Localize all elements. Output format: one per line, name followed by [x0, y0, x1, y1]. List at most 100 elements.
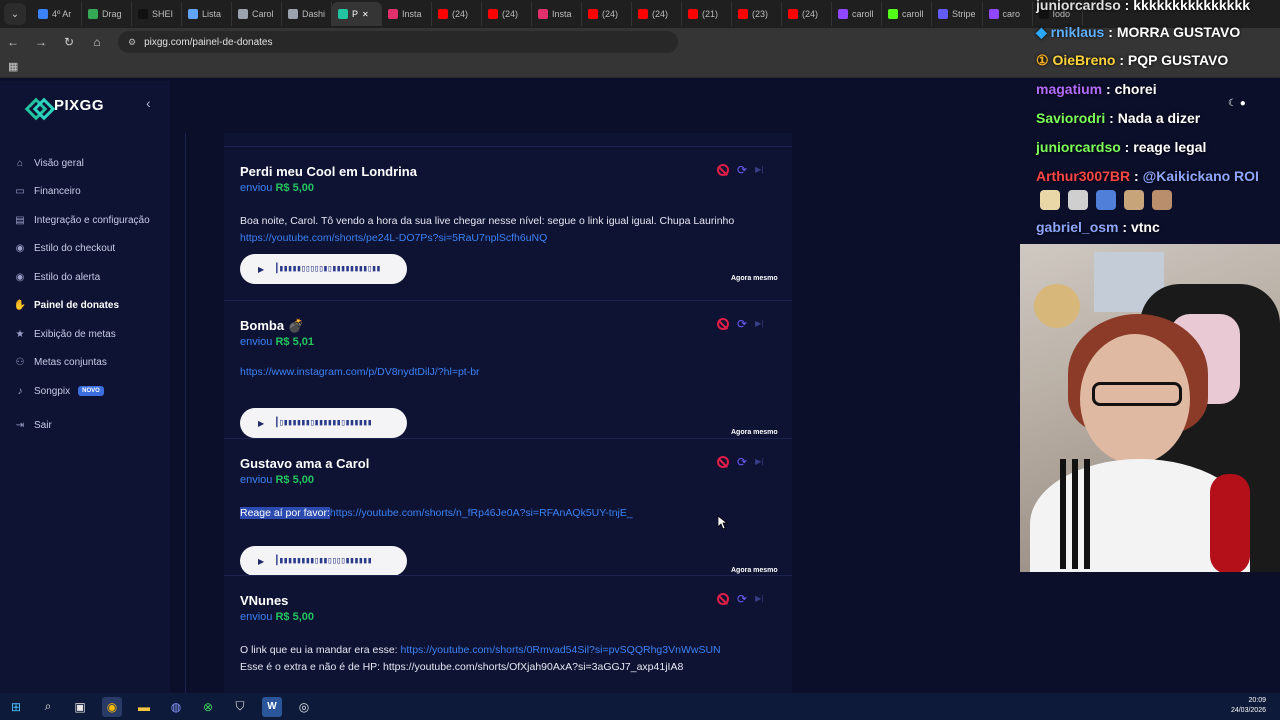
sidebar-item[interactable]: ▤ Integração e configuração: [14, 206, 164, 235]
audio-player[interactable]: ▶ ┃▮▮▮▮▮▯▯▯▯▯▮▯▮▮▮▮▮▮▮▮▯▮▮: [240, 254, 407, 284]
windows-start-icon[interactable]: ⊞: [6, 697, 26, 717]
word-icon[interactable]: W: [262, 696, 282, 717]
audio-waveform[interactable]: ┃▯▮▮▮▮▮▮▯▮▮▮▮▮▮▯▮▮▮▮▮▮: [274, 418, 372, 428]
message-link[interactable]: https://youtube.com/shorts/pe24L-DO7Ps?s…: [240, 232, 547, 244]
tab-favicon-icon: [338, 9, 349, 19]
replay-icon[interactable]: ⟳: [737, 593, 747, 605]
windows-taskbar: ⊞ ⌕ ▣ ◉ ▬ ◍ ⊗ ⛉ W ◎ 20:09 24/03/2026: [0, 693, 1280, 720]
skip-icon[interactable]: ▶|: [755, 164, 763, 176]
sidebar-item[interactable]: ♪ Songpix NOVO: [14, 377, 164, 406]
sidebar-item[interactable]: ⇥ Sair: [14, 412, 164, 441]
sidebar-item[interactable]: ▭ Financeiro: [14, 178, 164, 207]
chat-text: reage legal: [1133, 139, 1207, 155]
chat-separator: :: [1130, 168, 1143, 184]
sidebar-item[interactable]: ⚇ Metas conjuntas: [14, 349, 164, 378]
sidebar-item[interactable]: ◉ Estilo do checkout: [14, 235, 164, 264]
browser-tab[interactable]: Lista: [182, 2, 232, 26]
palette-icon: ◉: [15, 243, 25, 255]
block-icon[interactable]: [717, 164, 729, 176]
browser-tab[interactable]: (24): [432, 2, 483, 26]
sidebar-item-label: Integração e configuração: [34, 214, 150, 226]
site-info-icon[interactable]: ⚙: [128, 37, 136, 48]
donation-card: Perdi meu Cool em Londrina enviou R$ 5,00…: [224, 146, 792, 284]
browser-tab[interactable]: P ✕: [332, 2, 383, 26]
sidebar-item[interactable]: ⌂ Visão geral: [14, 149, 164, 178]
block-icon[interactable]: [717, 456, 729, 468]
sidebar-item[interactable]: ★ Exibição de metas: [14, 320, 164, 349]
tab-label: (21): [702, 9, 719, 19]
browser-tab[interactable]: caro: [983, 2, 1033, 26]
donation-card: Bomba 💣 enviou R$ 5,01 ⟳ ▶| https://www.inst…: [224, 300, 792, 438]
sidebar-item[interactable]: ✋ Painel de donates: [14, 292, 164, 321]
skip-icon[interactable]: ▶|: [755, 456, 763, 468]
message-link[interactable]: https://youtube.com/shorts/n_fRp46Je0A?s…: [330, 507, 633, 519]
play-icon[interactable]: ▶: [258, 557, 264, 566]
url-field[interactable]: ⚙ pixgg.com/painel-de-donates: [118, 31, 678, 53]
settings-icon: ▤: [15, 214, 25, 226]
message-link[interactable]: https://youtube.com/shorts/0Rmvad54Sil?s…: [401, 644, 721, 656]
discord-icon[interactable]: ◍: [166, 697, 186, 717]
browser-tab[interactable]: (24): [482, 2, 533, 26]
chat-separator: :: [1104, 24, 1117, 40]
app-sidebar: PIXGG ‹ ⌂ Visão geral ▭ Financeiro ▤ Integraç…: [0, 81, 170, 693]
file-explorer-icon[interactable]: ▬: [134, 697, 154, 717]
browser-tab[interactable]: Carol: [232, 2, 282, 26]
browser-tab[interactable]: SHEI: [132, 2, 182, 26]
task-view-icon[interactable]: ▣: [70, 697, 90, 717]
skip-icon[interactable]: ▶|: [755, 593, 763, 605]
browser-tab[interactable]: Drag: [82, 2, 132, 26]
browser-tab[interactable]: (24): [632, 2, 683, 26]
browser-tab[interactable]: Dashi: [282, 2, 333, 26]
browser-tab[interactable]: (23): [732, 2, 783, 26]
sidebar-item[interactable]: ◉ Estilo do alerta: [14, 263, 164, 292]
system-clock[interactable]: 20:09 24/03/2026: [1231, 696, 1266, 716]
block-icon[interactable]: [717, 593, 729, 605]
play-icon[interactable]: ▶: [258, 419, 264, 428]
block-icon[interactable]: [717, 318, 729, 330]
collapse-sidebar-icon[interactable]: ‹: [146, 95, 151, 111]
reload-icon[interactable]: ↻: [62, 35, 76, 49]
tab-search-icon[interactable]: ⌄: [4, 3, 26, 25]
donations-panel[interactable]: Perdi meu Cool em Londrina enviou R$ 5,00…: [224, 133, 792, 693]
chat-username: juniorcardso: [1036, 0, 1121, 13]
browser-tab[interactable]: Stripe: [932, 2, 983, 26]
chat-message: gabriel_osm : vtnc: [1036, 219, 1160, 235]
play-icon[interactable]: ▶: [258, 265, 264, 274]
browser-tab[interactable]: 4º Ar: [32, 2, 82, 26]
audio-player[interactable]: ▶ ┃▯▮▮▮▮▮▮▯▮▮▮▮▮▮▯▮▮▮▮▮▮: [240, 408, 407, 438]
replay-icon[interactable]: ⟳: [737, 318, 747, 330]
xbox-icon[interactable]: ⊗: [198, 697, 218, 717]
search-icon[interactable]: ⌕: [38, 697, 58, 717]
pixgg-logo[interactable]: PIXGG: [28, 97, 104, 114]
donation-time: Agora mesmo: [731, 429, 778, 436]
sidebar-item-label: Metas conjuntas: [34, 357, 107, 369]
replay-icon[interactable]: ⟳: [737, 164, 747, 176]
obs-icon[interactable]: ◎: [294, 697, 314, 717]
forward-icon[interactable]: →: [34, 35, 48, 49]
audio-waveform[interactable]: ┃▮▮▮▮▮▯▯▯▯▯▮▯▮▮▮▮▮▮▮▮▯▮▮: [274, 264, 381, 274]
message-link[interactable]: https://www.instagram.com/p/DV8nydtDilJ/…: [240, 366, 480, 378]
tab-label: Insta: [552, 9, 572, 19]
browser-tab[interactable]: (24): [582, 2, 633, 26]
security-icon[interactable]: ⛉: [230, 697, 250, 717]
back-icon[interactable]: ←: [6, 35, 20, 49]
browser-tab[interactable]: (21): [682, 2, 733, 26]
browser-tab[interactable]: (24): [782, 2, 833, 26]
audio-waveform[interactable]: ┃▮▮▮▮▮▮▮▮▯▮▮▯▯▯▯▮▮▮▮▮▮: [274, 556, 372, 566]
browser-tab[interactable]: Insta: [382, 2, 433, 26]
donation-amount-line: enviou R$ 5,00: [240, 474, 314, 486]
replay-icon[interactable]: ⟳: [737, 456, 747, 468]
home-browser-icon[interactable]: ⌂: [90, 35, 104, 49]
sidebar-item-label: Estilo do checkout: [34, 243, 116, 255]
browser-tab[interactable]: caroll: [882, 2, 933, 26]
audio-player[interactable]: ▶ ┃▮▮▮▮▮▮▮▮▯▮▮▯▯▯▯▮▮▮▮▮▮: [240, 546, 407, 576]
browser-tab[interactable]: Insta: [532, 2, 583, 26]
new-badge: NOVO: [78, 386, 104, 397]
browser-tab[interactable]: caroll: [832, 2, 883, 26]
skip-icon[interactable]: ▶|: [755, 318, 763, 330]
chrome-icon[interactable]: ◉: [102, 696, 122, 717]
apps-grid-icon[interactable]: ▦: [8, 60, 18, 73]
tab-close-icon[interactable]: ✕: [362, 10, 369, 19]
chat-emotes: [1040, 190, 1172, 210]
chat-message: juniorcardso : kkkkkkkkkkkkkkk: [1036, 0, 1250, 13]
